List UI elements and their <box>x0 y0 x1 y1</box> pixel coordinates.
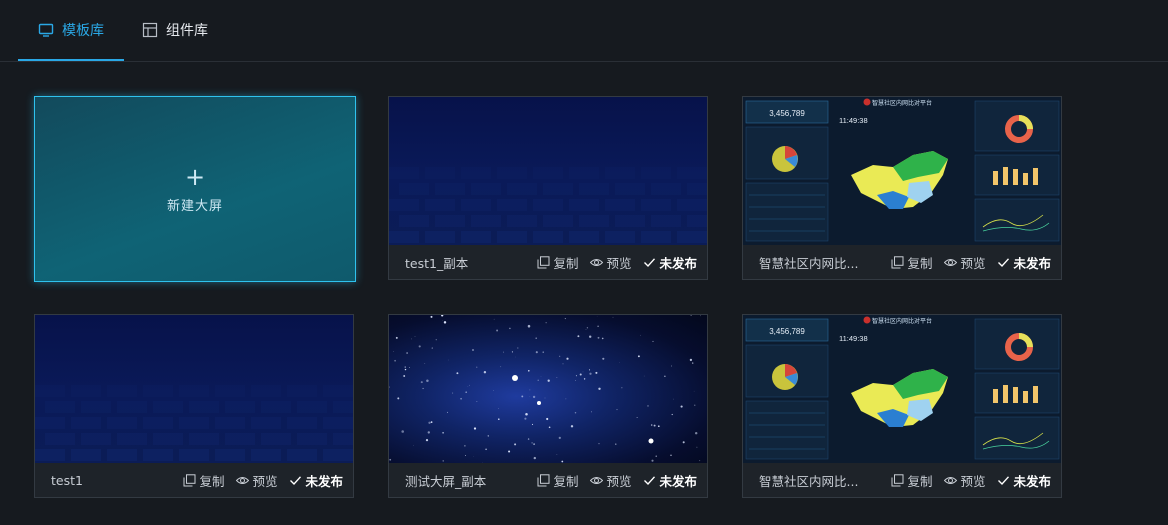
publish-status-button[interactable]: 未发布 <box>643 471 697 490</box>
template-card[interactable]: 3,456,789 智慧社区内网比对平台 11:49:38 智慧社区内网比...… <box>742 314 1062 498</box>
eye-icon <box>236 476 250 484</box>
status-label: 未发布 <box>1013 473 1051 489</box>
preview-button[interactable]: 预览 <box>236 471 277 490</box>
layout-icon <box>142 22 158 38</box>
preview-label: 预览 <box>606 255 632 271</box>
status-label: 未发布 <box>659 473 697 489</box>
preview-label: 预览 <box>606 473 632 489</box>
dashboard-title: 智慧社区内网比对平台 <box>872 99 932 107</box>
copy-label: 复制 <box>553 473 579 489</box>
eye-icon <box>944 476 958 484</box>
big-number: 3,456,789 <box>769 109 805 118</box>
preview-label: 预览 <box>252 473 278 489</box>
card-name: test1_副本 <box>405 255 469 271</box>
thumbnail <box>389 97 707 245</box>
publish-status-button[interactable]: 未发布 <box>643 253 697 272</box>
copy-button[interactable]: 复制 <box>537 471 578 490</box>
check-icon <box>998 475 1010 485</box>
publish-status-button[interactable]: 未发布 <box>997 253 1051 272</box>
big-number: 3,456,789 <box>769 327 805 336</box>
clock: 11:49:38 <box>839 116 868 125</box>
tab-label: 组件库 <box>166 23 208 39</box>
copy-label: 复制 <box>907 473 933 489</box>
publish-status-button[interactable]: 未发布 <box>289 471 343 490</box>
eye-icon <box>944 258 958 266</box>
preview-button[interactable]: 预览 <box>944 471 985 490</box>
thumbnail: 3,456,789 智慧社区内网比对平台 11:49:38 <box>743 315 1061 463</box>
template-card[interactable]: 测试大屏_副本 复制 预览 未发布 <box>388 314 708 498</box>
card-name: 智慧社区内网比... <box>759 255 859 271</box>
copy-button[interactable]: 复制 <box>891 253 932 272</box>
dashboard-title: 智慧社区内网比对平台 <box>872 317 932 325</box>
copy-button[interactable]: 复制 <box>183 471 224 490</box>
status-label: 未发布 <box>305 473 343 489</box>
plus-icon: + <box>184 162 206 191</box>
card-footer: test1 复制 预览 未发布 <box>35 463 353 497</box>
eye-icon <box>590 476 604 484</box>
tab-bar: 模板库 组件库 <box>0 0 1168 62</box>
copy-icon <box>183 473 196 486</box>
tab-component-library[interactable]: 组件库 <box>142 0 208 60</box>
thumbnail <box>35 315 353 463</box>
status-label: 未发布 <box>1013 255 1051 271</box>
check-icon <box>290 475 302 485</box>
tab-template-library[interactable]: 模板库 <box>18 0 124 61</box>
template-card[interactable]: 3,456,789 智慧社区内网比对平台 11:49:38 智慧社区内网比...… <box>742 96 1062 280</box>
copy-button[interactable]: 复制 <box>891 471 932 490</box>
new-screen-card[interactable]: + 新建大屏 <box>34 96 356 282</box>
publish-status-button[interactable]: 未发布 <box>997 471 1051 490</box>
card-footer: 智慧社区内网比... 复制 预览 未发布 <box>743 245 1061 279</box>
copy-button[interactable]: 复制 <box>537 253 578 272</box>
card-footer: 测试大屏_副本 复制 预览 未发布 <box>389 463 707 497</box>
clock: 11:49:38 <box>839 334 868 343</box>
preview-button[interactable]: 预览 <box>944 253 985 272</box>
copy-icon <box>891 473 904 486</box>
thumbnail: 3,456,789 智慧社区内网比对平台 11:49:38 <box>743 97 1061 245</box>
check-icon <box>998 257 1010 267</box>
status-label: 未发布 <box>659 255 697 271</box>
template-card[interactable]: test1_副本 复制 预览 未发布 <box>388 96 708 280</box>
card-name: 智慧社区内网比... <box>759 473 859 489</box>
preview-label: 预览 <box>960 473 986 489</box>
copy-label: 复制 <box>553 255 579 271</box>
copy-label: 复制 <box>199 473 225 489</box>
copy-icon <box>537 473 550 486</box>
copy-icon <box>891 255 904 268</box>
preview-button[interactable]: 预览 <box>590 471 631 490</box>
preview-button[interactable]: 预览 <box>590 253 631 272</box>
template-card[interactable]: test1 复制 预览 未发布 <box>34 314 354 498</box>
check-icon <box>644 257 656 267</box>
card-name: 测试大屏_副本 <box>405 473 487 489</box>
new-screen-label: 新建大屏 <box>166 198 223 214</box>
card-footer: test1_副本 复制 预览 未发布 <box>389 245 707 279</box>
card-footer: 智慧社区内网比... 复制 预览 未发布 <box>743 463 1061 497</box>
monitor-icon <box>38 22 54 38</box>
preview-label: 预览 <box>960 255 986 271</box>
card-name: test1 <box>51 472 83 488</box>
thumbnail <box>389 315 707 463</box>
tab-label: 模板库 <box>62 23 104 39</box>
check-icon <box>644 475 656 485</box>
eye-icon <box>590 258 604 266</box>
copy-label: 复制 <box>907 255 933 271</box>
copy-icon <box>537 255 550 268</box>
